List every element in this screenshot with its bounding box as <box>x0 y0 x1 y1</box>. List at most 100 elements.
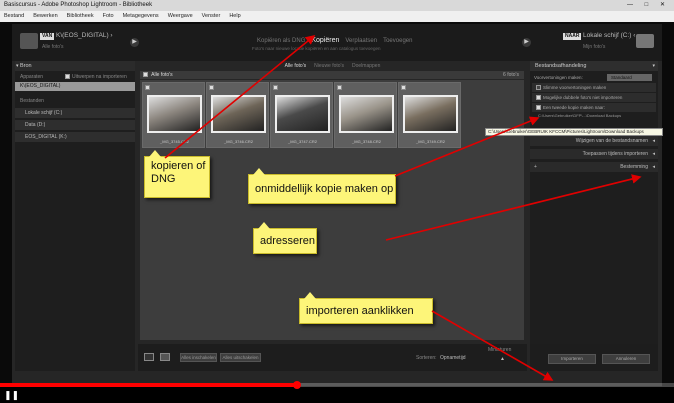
file-handling-header[interactable]: Bestandsafhandeling ▾ <box>530 61 658 71</box>
check-all-checkbox[interactable] <box>143 72 148 78</box>
video-controls: ❚❚ <box>0 387 674 403</box>
check-all-button[interactable]: Alles inschakelen <box>180 353 217 362</box>
menu-item[interactable]: Bewerken <box>33 13 57 19</box>
menu-bar: Bestand Bewerken Bibliotheek Foto Metagegeve… <box>0 11 674 22</box>
import-mode-selector: Kopiëren als DNG Kopiëren Verplaatsen Toevo… <box>257 37 418 44</box>
triangle-down-icon: ▾ <box>16 63 19 69</box>
menu-item[interactable]: Help <box>229 13 240 19</box>
filter-tab[interactable]: Nieuwe foto's <box>314 63 344 69</box>
photo-filename: _MG_3749.CR2 <box>416 139 445 144</box>
device-item[interactable]: K\(EOS_DIGITAL) <box>15 82 135 91</box>
apply-section-header[interactable]: Toepassen tijdens importeren ◂ <box>530 149 658 159</box>
video-progress-fill <box>0 383 297 387</box>
eject-after-import-checkbox[interactable]: Uitwerpen na importeren <box>65 73 127 82</box>
no-duplicates-option[interactable]: Mogelijke dubbele foto's niet importeren <box>532 93 656 102</box>
grid-filter-tabs: Alle foto's Nieuwe foto's Doelmappen <box>138 61 527 71</box>
import-mode-option[interactable]: Kopiëren als DNG <box>257 38 305 44</box>
uncheck-all-button[interactable]: Alles uitschakelen <box>220 353 261 362</box>
note-copy-or-dng: kopieren of DNG <box>144 150 210 198</box>
filter-tab[interactable]: Alle foto's <box>285 63 307 69</box>
photo-cell[interactable]: _MG_3747.CR2 <box>270 82 333 148</box>
filter-tab[interactable]: Doelmappen <box>352 63 380 69</box>
menu-item[interactable]: Bibliotheek <box>67 13 94 19</box>
hard-drive-icon <box>636 34 654 48</box>
menu-item[interactable]: Bestand <box>4 13 24 19</box>
source-panel-header[interactable]: ▾ Bron <box>15 61 135 71</box>
camera-icon <box>20 33 38 49</box>
photo-filename: _MG_3748.CR2 <box>352 139 381 144</box>
video-progress-handle[interactable] <box>292 381 301 389</box>
menu-item[interactable]: Weergave <box>168 13 193 19</box>
photo-checkbox[interactable] <box>337 85 342 90</box>
triangle-left-icon: ◂ <box>652 138 655 144</box>
source-tag: VAN <box>40 33 55 40</box>
photo-thumbnail <box>275 95 330 133</box>
smart-previews-option[interactable]: Slimme voorvertoningen maken <box>532 83 656 92</box>
arrow-right-icon: ▶ <box>130 38 139 47</box>
previews-select[interactable]: Standaard <box>607 74 652 81</box>
thumbnail-size-label: Miniaturen <box>488 347 512 353</box>
drive-item[interactable]: EOS_DIGITAL (K:) <box>15 132 135 142</box>
photo-checkbox[interactable] <box>209 85 214 90</box>
dest-sub: Mijn foto's <box>583 44 606 50</box>
photo-filename: _MG_3747.CR2 <box>288 139 317 144</box>
note-address: adresseren <box>253 222 317 254</box>
previews-row: Voorvertoningen maken: Standaard <box>530 73 658 82</box>
import-button[interactable]: Importeren <box>548 354 596 364</box>
import-mode-description: Foto's naar nieuwe locatie kopiëren en a… <box>252 46 381 51</box>
photo-thumbnail <box>403 95 458 133</box>
photo-checkbox[interactable] <box>145 85 150 90</box>
source-panel: ▾ Bron Apparaten Uitwerpen na importeren… <box>15 61 135 371</box>
options-panel: Bestandsafhandeling ▾ Voorvertoningen ma… <box>530 61 658 371</box>
note-second-copy: onmiddellijk kopie maken op <box>248 168 396 204</box>
drive-item[interactable]: Data (D:) <box>15 120 135 130</box>
thumbnail-slider[interactable]: ▲ <box>500 356 505 362</box>
photo-filename: _MG_3745.CR2 <box>160 139 189 144</box>
cancel-button[interactable]: Annuleren <box>602 354 650 364</box>
sort-select[interactable]: Opnametijd <box>440 355 466 361</box>
grid-header: Alle foto's 6 foto's <box>140 71 524 79</box>
source-sub: Alle foto's <box>42 44 64 50</box>
triangle-left-icon: ◂ <box>652 164 655 170</box>
drive-item[interactable]: Lokale schijf (C:) <box>15 108 135 118</box>
triangle-left-icon: ◂ <box>652 151 655 157</box>
photo-thumbnail <box>339 95 394 133</box>
sort-label: Sorteren: <box>416 355 437 361</box>
grid-toolbar: Alles inschakelen Alles uitschakelen Sor… <box>138 344 527 371</box>
menu-item[interactable]: Metagegevens <box>123 13 159 19</box>
window-controls[interactable]: — □ ✕ <box>627 0 670 11</box>
checkbox-icon <box>536 95 541 101</box>
photo-thumbnail <box>211 95 266 133</box>
photo-checkbox[interactable] <box>401 85 406 90</box>
photo-cell[interactable]: _MG_3749.CR2 <box>398 82 461 148</box>
import-mode-option[interactable]: Kopiëren <box>311 37 339 44</box>
checkbox-icon <box>536 105 541 111</box>
menu-item[interactable]: Foto <box>103 13 114 19</box>
import-actions: Importeren Annuleren <box>530 344 658 371</box>
rename-section-header[interactable]: Wijzigen van de bestandsnamen ◂ <box>530 136 658 146</box>
second-copy-path[interactable]: C:\Users\Gebruiker\DFP\...\Download Back… <box>530 112 658 119</box>
menu-item[interactable]: Venster <box>202 13 221 19</box>
grid-view-icon[interactable] <box>144 353 154 361</box>
source-name[interactable]: K\(EOS_DIGITAL) › <box>56 32 113 39</box>
arrow-right-icon: ▶ <box>522 38 531 47</box>
photo-cell[interactable]: _MG_3745.CR2 <box>142 82 205 148</box>
photo-cell[interactable]: _MG_3748.CR2 <box>334 82 397 148</box>
import-mode-option[interactable]: Verplaatsen <box>345 38 377 44</box>
import-dialog: VAN K\(EOS_DIGITAL) › Alle foto's ▶ Kopi… <box>12 24 662 386</box>
plus-icon: + <box>534 164 537 170</box>
dest-tag: NAAR <box>563 33 582 40</box>
dest-name[interactable]: Lokale schijf (C:) ‹ <box>583 32 635 39</box>
loupe-view-icon[interactable] <box>160 353 170 361</box>
second-copy-option[interactable]: Een tweede kopie maken naar: <box>532 103 656 112</box>
destination-section-header[interactable]: + Bestemming ◂ <box>530 162 658 172</box>
drive-list: Lokale schijf (C:) Data (D:) EOS_DIGITAL (… <box>15 108 135 142</box>
files-label: Bestanden <box>20 98 44 104</box>
window-title: Basiscursus - Adobe Photoshop Lightroom … <box>4 2 153 8</box>
photo-grid-area: Alle foto's Nieuwe foto's Doelmappen Alle … <box>138 61 527 371</box>
play-icon[interactable]: ❚❚ <box>4 390 19 400</box>
photo-count: 6 foto's <box>503 72 519 78</box>
photo-checkbox[interactable] <box>273 85 278 90</box>
photo-cell[interactable]: _MG_3746.CR2 <box>206 82 269 148</box>
import-mode-option[interactable]: Toevoegen <box>383 38 412 44</box>
